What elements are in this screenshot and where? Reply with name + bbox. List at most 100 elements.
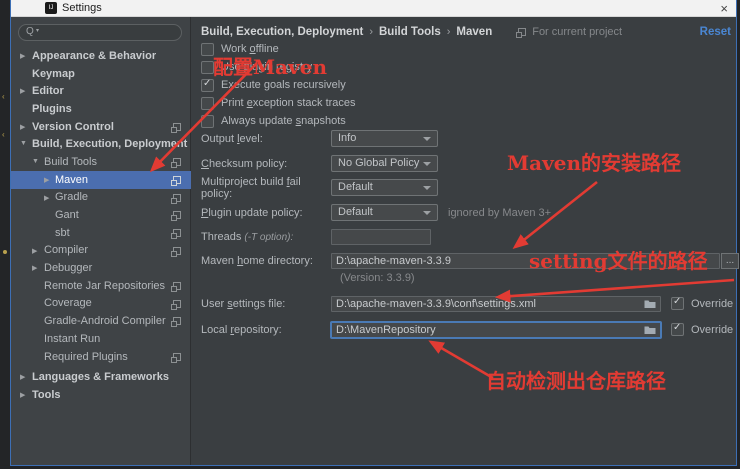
override-group: ✓ Override — [671, 322, 734, 336]
background-mark: ‹ — [2, 130, 5, 139]
scope-icon — [171, 299, 181, 310]
sidebar-item-build-execution-deployment[interactable]: ▼ Build, Execution, Deployment — [11, 135, 191, 153]
chevron-right-icon[interactable]: ▶ — [20, 52, 25, 60]
breadcrumb-separator: › — [446, 26, 451, 38]
sidebar-item-build-tools[interactable]: ▼ Build Tools — [11, 153, 191, 171]
background-mark: ‹ — [2, 92, 5, 101]
scope-icon — [171, 246, 181, 257]
sidebar-item-debugger[interactable]: ▶ Debugger — [11, 259, 191, 277]
checkmark-icon: ✓ — [673, 296, 682, 307]
checksum-policy-select[interactable]: No Global Policy — [331, 155, 438, 172]
sidebar-item-label: Gradle-Android Compiler — [44, 315, 166, 328]
field-label: Output level: — [201, 132, 263, 145]
override-checkbox-icon[interactable]: ✓ — [671, 322, 684, 336]
scope-icon — [171, 211, 181, 222]
breadcrumb-segment[interactable]: Build, Execution, Deployment — [201, 26, 363, 38]
sidebar-item-plugins[interactable]: Plugins — [11, 100, 191, 118]
sidebar-item-instant-run[interactable]: Instant Run — [11, 330, 191, 348]
row-output-level: Output level: Info — [201, 130, 438, 147]
threads-input[interactable] — [331, 228, 431, 245]
chevron-right-icon[interactable]: ▶ — [20, 373, 25, 381]
plugin-update-policy-note: ignored by Maven 3+ — [448, 206, 552, 219]
checkbox-always-update-snapshots[interactable]: Always update snapshots — [201, 113, 346, 129]
checkbox-icon[interactable] — [201, 114, 214, 128]
row-threads: Threads (-T option): — [201, 228, 431, 245]
chevron-down-icon[interactable]: ▼ — [20, 140, 27, 147]
checkbox-label: Print exception stack traces — [221, 97, 356, 109]
override-label: Override — [691, 297, 734, 310]
search-history-caret-icon[interactable]: ▾ — [36, 27, 39, 34]
sidebar-item-remote-jar-repositories[interactable]: Remote Jar Repositories — [11, 277, 191, 295]
multiproject-build-fail-policy-select[interactable]: Default — [331, 179, 438, 196]
sidebar-item-sbt[interactable]: sbt — [11, 224, 191, 242]
sidebar-item-gant[interactable]: Gant — [11, 206, 191, 224]
scope-icon — [516, 28, 527, 38]
sidebar-item-gradle-android-compiler[interactable]: Gradle-Android Compiler — [11, 312, 191, 330]
checkbox-icon[interactable] — [201, 42, 214, 56]
folder-icon[interactable] — [644, 299, 656, 312]
field-label: Multiproject build fail policy: — [201, 175, 301, 200]
sidebar-item-appearance-behavior[interactable]: ▶ Appearance & Behavior — [11, 47, 191, 65]
output-level-select[interactable]: Info — [331, 130, 438, 147]
sidebar-item-keymap[interactable]: Keymap — [11, 65, 191, 83]
sidebar-item-coverage[interactable]: Coverage — [11, 295, 191, 313]
sidebar-item-languages-frameworks[interactable]: ▶ Languages & Frameworks — [11, 368, 191, 386]
breadcrumb-segment: Maven — [456, 26, 493, 38]
sidebar-item-label: Remote Jar Repositories — [44, 279, 166, 292]
checkbox-icon[interactable]: ✓ — [201, 78, 214, 92]
field-label: Maven home directory: — [201, 254, 313, 267]
row-checksum-policy: Checksum policy: No Global Policy — [201, 155, 438, 172]
override-label: Override — [691, 323, 734, 336]
plugin-update-policy-select[interactable]: Default — [331, 204, 438, 221]
row-multiproject-build-fail-policy: Multiproject build fail policy: Default — [201, 176, 438, 200]
window-title: Settings — [62, 2, 102, 14]
sidebar-item-required-plugins[interactable]: Required Plugins — [11, 348, 191, 366]
row-user-settings-file: User settings file: ✓ Override — [201, 295, 733, 312]
sidebar-item-compiler[interactable]: ▶ Compiler — [11, 242, 191, 260]
sidebar-item-maven[interactable]: ▶ Maven — [11, 170, 191, 189]
chevron-down-icon — [423, 162, 431, 166]
field-label: Threads (-T option): — [201, 230, 294, 243]
breadcrumb-separator: › — [369, 26, 373, 38]
chevron-down-icon[interactable]: ▼ — [32, 158, 39, 165]
sidebar-item-label: Gant — [55, 209, 79, 222]
annotation-maven-install-path: Maven的安装路径 — [507, 151, 681, 175]
local-repository-input[interactable] — [331, 321, 661, 338]
user-settings-file-input[interactable] — [331, 295, 661, 312]
sidebar-item-label: Tools — [32, 388, 61, 401]
maven-version-note: (Version: 3.3.9) — [340, 272, 415, 284]
title-bar: IJ Settings × — [11, 0, 736, 17]
sidebar-item-gradle[interactable]: ▶ Gradle — [11, 189, 191, 207]
folder-icon[interactable] — [644, 325, 656, 338]
sidebar-item-editor[interactable]: ▶ Editor — [11, 82, 191, 100]
sidebar-item-label: Coverage — [44, 297, 92, 310]
sidebar-item-version-control[interactable]: ▶ Version Control — [11, 118, 191, 136]
sidebar-item-tools[interactable]: ▶ Tools — [11, 386, 191, 404]
chevron-right-icon[interactable]: ▶ — [20, 87, 25, 95]
scope-icon — [171, 175, 181, 186]
intellij-app-icon: IJ — [45, 2, 57, 14]
checkbox-icon[interactable] — [201, 96, 214, 110]
sidebar-item-label: Languages & Frameworks — [32, 371, 169, 384]
checkbox-execute-goals-recursively[interactable]: ✓ Execute goals recursively — [201, 77, 346, 93]
chevron-right-icon[interactable]: ▶ — [44, 194, 49, 202]
browse-button[interactable]: ... — [721, 252, 739, 269]
row-local-repository: Local repository: ✓ Override — [201, 321, 733, 338]
chevron-right-icon[interactable]: ▶ — [32, 247, 37, 255]
chevron-down-icon — [423, 186, 431, 190]
reset-button[interactable]: Reset — [700, 26, 731, 38]
chevron-right-icon[interactable]: ▶ — [32, 264, 37, 272]
dialog-body: Q ▾ ▶ Appearance & Behavior Keymap ▶ Edi… — [11, 17, 739, 465]
chevron-right-icon[interactable]: ▶ — [20, 123, 25, 131]
breadcrumb-segment[interactable]: Build Tools — [379, 26, 441, 38]
scope-icon — [171, 122, 181, 133]
search-input[interactable]: Q ▾ — [18, 24, 182, 41]
checkbox-print-exception-stack-traces[interactable]: Print exception stack traces — [201, 95, 356, 111]
chevron-right-icon[interactable]: ▶ — [44, 176, 49, 184]
settings-tree: ▶ Appearance & Behavior Keymap ▶ Editor … — [11, 47, 191, 404]
override-checkbox-icon[interactable]: ✓ — [671, 296, 684, 310]
chevron-right-icon[interactable]: ▶ — [20, 391, 25, 399]
close-icon[interactable]: × — [720, 0, 728, 17]
user-settings-file-field — [331, 295, 661, 312]
sidebar-item-label: Debugger — [44, 262, 93, 275]
